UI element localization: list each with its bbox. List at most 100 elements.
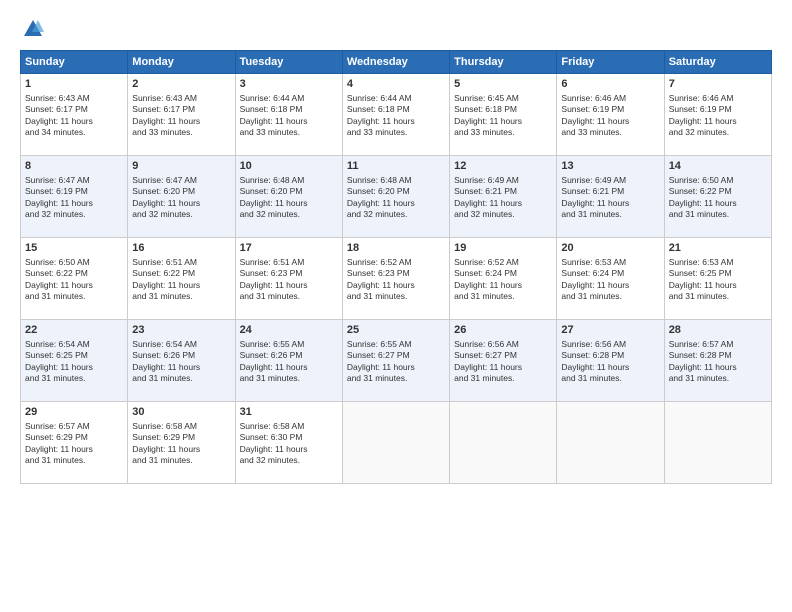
cell-info-line: Sunset: 6:19 PM — [561, 104, 659, 115]
day-number: 25 — [347, 323, 445, 338]
cell-info-line: Sunrise: 6:47 AM — [132, 175, 230, 186]
day-header-sunday: Sunday — [21, 51, 128, 74]
cell-info-line: Daylight: 11 hours — [25, 116, 123, 127]
cell-info-line: Sunset: 6:23 PM — [347, 268, 445, 279]
cell-info-line: and 31 minutes. — [240, 291, 338, 302]
cell-info-line: Daylight: 11 hours — [454, 362, 552, 373]
day-header-wednesday: Wednesday — [342, 51, 449, 74]
day-number: 12 — [454, 159, 552, 174]
cell-info-line: and 31 minutes. — [561, 209, 659, 220]
calendar-cell: 2Sunrise: 6:43 AMSunset: 6:17 PMDaylight… — [128, 74, 235, 156]
cell-info-line: Sunset: 6:18 PM — [347, 104, 445, 115]
calendar-cell: 30Sunrise: 6:58 AMSunset: 6:29 PMDayligh… — [128, 402, 235, 484]
calendar-cell: 16Sunrise: 6:51 AMSunset: 6:22 PMDayligh… — [128, 238, 235, 320]
cell-info-line: Sunrise: 6:57 AM — [669, 339, 767, 350]
cell-info-line: and 31 minutes. — [561, 373, 659, 384]
cell-info-line: and 33 minutes. — [347, 127, 445, 138]
cell-info-line: and 31 minutes. — [132, 291, 230, 302]
cell-info-line: Sunset: 6:24 PM — [561, 268, 659, 279]
cell-info-line: and 31 minutes. — [347, 373, 445, 384]
cell-info-line: Daylight: 11 hours — [132, 280, 230, 291]
cell-info-line: Sunrise: 6:47 AM — [25, 175, 123, 186]
cell-info-line: and 33 minutes. — [240, 127, 338, 138]
calendar-cell: 21Sunrise: 6:53 AMSunset: 6:25 PMDayligh… — [664, 238, 771, 320]
cell-info-line: Sunrise: 6:44 AM — [240, 93, 338, 104]
cell-info-line: and 33 minutes. — [454, 127, 552, 138]
cell-info-line: Daylight: 11 hours — [347, 116, 445, 127]
calendar-cell: 28Sunrise: 6:57 AMSunset: 6:28 PMDayligh… — [664, 320, 771, 402]
cell-info-line: Daylight: 11 hours — [132, 362, 230, 373]
cell-info-line: Daylight: 11 hours — [669, 116, 767, 127]
calendar-week-row: 15Sunrise: 6:50 AMSunset: 6:22 PMDayligh… — [21, 238, 772, 320]
cell-info-line: Daylight: 11 hours — [347, 280, 445, 291]
cell-info-line: Sunrise: 6:46 AM — [669, 93, 767, 104]
cell-info-line: Daylight: 11 hours — [240, 362, 338, 373]
cell-info-line: Daylight: 11 hours — [240, 280, 338, 291]
cell-info-line: Sunrise: 6:46 AM — [561, 93, 659, 104]
header — [20, 18, 772, 40]
calendar-cell: 15Sunrise: 6:50 AMSunset: 6:22 PMDayligh… — [21, 238, 128, 320]
day-number: 13 — [561, 159, 659, 174]
cell-info-line: Sunset: 6:26 PM — [132, 350, 230, 361]
cell-info-line: Sunset: 6:23 PM — [240, 268, 338, 279]
calendar-cell: 29Sunrise: 6:57 AMSunset: 6:29 PMDayligh… — [21, 402, 128, 484]
logo — [20, 18, 44, 40]
cell-info-line: Daylight: 11 hours — [669, 362, 767, 373]
cell-info-line: and 31 minutes. — [454, 373, 552, 384]
cell-info-line: Daylight: 11 hours — [454, 280, 552, 291]
calendar-cell: 24Sunrise: 6:55 AMSunset: 6:26 PMDayligh… — [235, 320, 342, 402]
cell-info-line: Sunrise: 6:53 AM — [669, 257, 767, 268]
cell-info-line: and 31 minutes. — [561, 291, 659, 302]
cell-info-line: and 32 minutes. — [240, 455, 338, 466]
calendar-cell: 12Sunrise: 6:49 AMSunset: 6:21 PMDayligh… — [450, 156, 557, 238]
cell-info-line: and 33 minutes. — [561, 127, 659, 138]
cell-info-line: and 33 minutes. — [132, 127, 230, 138]
cell-info-line: Sunset: 6:30 PM — [240, 432, 338, 443]
calendar: SundayMondayTuesdayWednesdayThursdayFrid… — [20, 50, 772, 484]
cell-info-line: Sunrise: 6:52 AM — [347, 257, 445, 268]
day-number: 7 — [669, 77, 767, 92]
calendar-cell: 10Sunrise: 6:48 AMSunset: 6:20 PMDayligh… — [235, 156, 342, 238]
cell-info-line: and 31 minutes. — [25, 373, 123, 384]
cell-info-line: Daylight: 11 hours — [25, 444, 123, 455]
cell-info-line: Sunset: 6:29 PM — [25, 432, 123, 443]
cell-info-line: and 31 minutes. — [669, 209, 767, 220]
cell-info-line: Sunrise: 6:58 AM — [132, 421, 230, 432]
calendar-cell: 22Sunrise: 6:54 AMSunset: 6:25 PMDayligh… — [21, 320, 128, 402]
cell-info-line: Daylight: 11 hours — [132, 116, 230, 127]
cell-info-line: and 31 minutes. — [132, 455, 230, 466]
calendar-cell: 26Sunrise: 6:56 AMSunset: 6:27 PMDayligh… — [450, 320, 557, 402]
cell-info-line: and 32 minutes. — [240, 209, 338, 220]
cell-info-line: Sunrise: 6:57 AM — [25, 421, 123, 432]
day-number: 2 — [132, 77, 230, 92]
cell-info-line: Sunset: 6:28 PM — [669, 350, 767, 361]
cell-info-line: Sunrise: 6:43 AM — [25, 93, 123, 104]
day-number: 11 — [347, 159, 445, 174]
cell-info-line: Sunrise: 6:44 AM — [347, 93, 445, 104]
day-number: 27 — [561, 323, 659, 338]
calendar-cell — [664, 402, 771, 484]
cell-info-line: Daylight: 11 hours — [25, 198, 123, 209]
day-number: 28 — [669, 323, 767, 338]
cell-info-line: Sunrise: 6:53 AM — [561, 257, 659, 268]
day-number: 10 — [240, 159, 338, 174]
cell-info-line: Sunset: 6:21 PM — [454, 186, 552, 197]
cell-info-line: Sunset: 6:29 PM — [132, 432, 230, 443]
cell-info-line: Sunset: 6:22 PM — [669, 186, 767, 197]
calendar-cell: 23Sunrise: 6:54 AMSunset: 6:26 PMDayligh… — [128, 320, 235, 402]
cell-info-line: Daylight: 11 hours — [454, 198, 552, 209]
calendar-cell: 7Sunrise: 6:46 AMSunset: 6:19 PMDaylight… — [664, 74, 771, 156]
calendar-cell: 20Sunrise: 6:53 AMSunset: 6:24 PMDayligh… — [557, 238, 664, 320]
cell-info-line: and 31 minutes. — [669, 291, 767, 302]
cell-info-line: Daylight: 11 hours — [561, 116, 659, 127]
cell-info-line: and 31 minutes. — [454, 291, 552, 302]
day-number: 4 — [347, 77, 445, 92]
calendar-week-row: 29Sunrise: 6:57 AMSunset: 6:29 PMDayligh… — [21, 402, 772, 484]
cell-info-line: Sunset: 6:18 PM — [454, 104, 552, 115]
cell-info-line: Sunset: 6:17 PM — [25, 104, 123, 115]
calendar-header-row: SundayMondayTuesdayWednesdayThursdayFrid… — [21, 51, 772, 74]
day-number: 24 — [240, 323, 338, 338]
cell-info-line: Sunset: 6:25 PM — [25, 350, 123, 361]
cell-info-line: Sunset: 6:26 PM — [240, 350, 338, 361]
cell-info-line: Sunrise: 6:43 AM — [132, 93, 230, 104]
